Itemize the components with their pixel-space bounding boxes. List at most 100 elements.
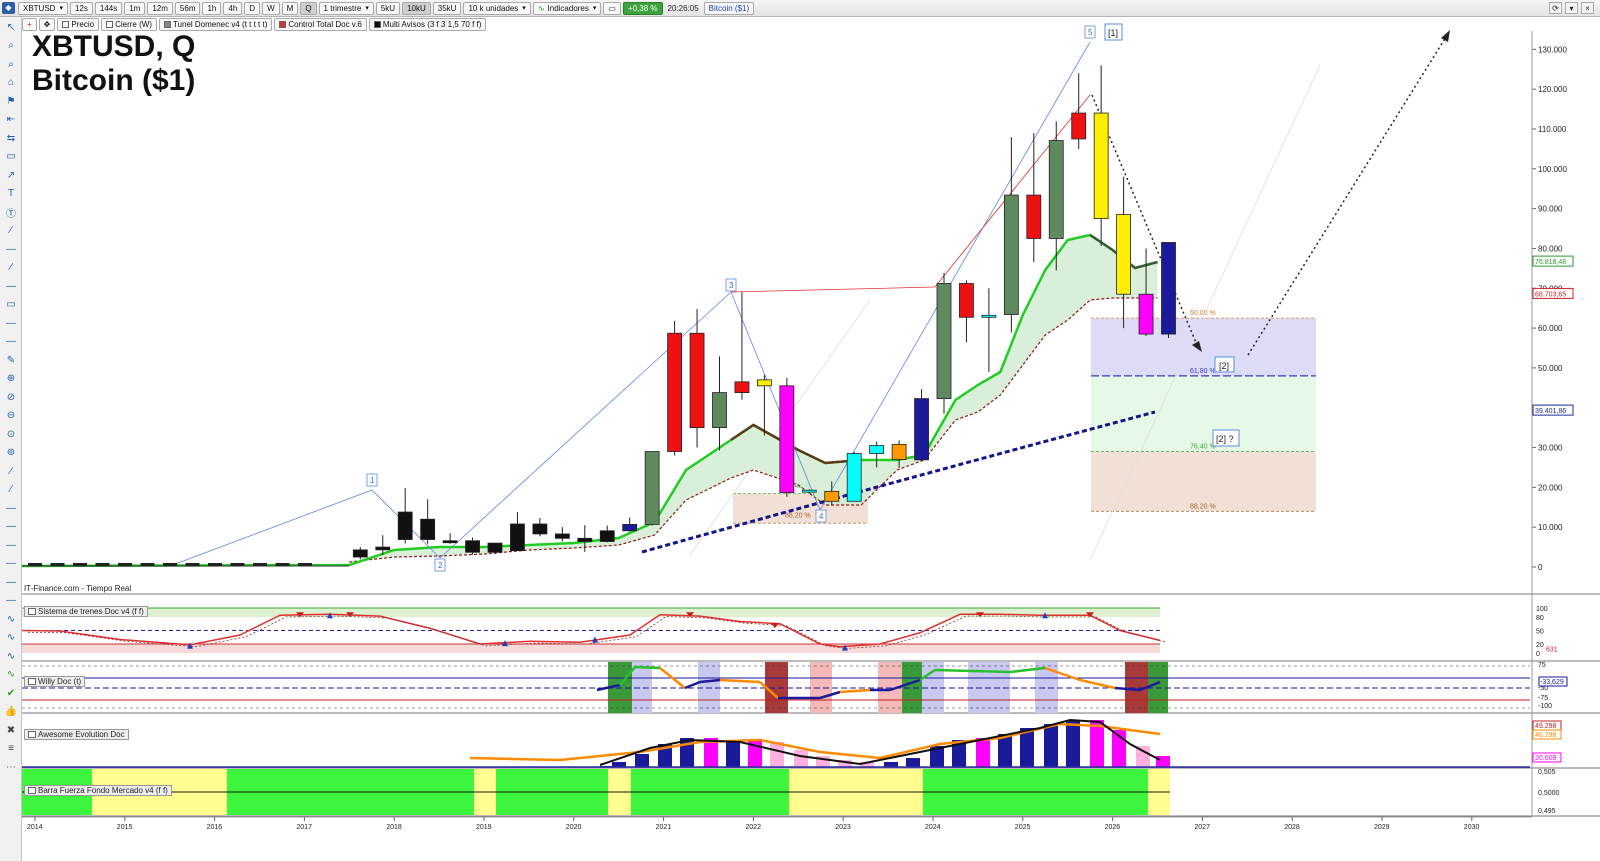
willy-oscillator-segment [1079, 678, 1116, 690]
year-label: 2014 [27, 824, 43, 831]
candle-flat [118, 563, 132, 566]
candle-2023Q1 [846, 453, 862, 502]
awesome-bar [976, 738, 990, 767]
candle-2023Q3 [891, 443, 907, 460]
candle-2025Q1 [1026, 194, 1042, 239]
year-label: 2022 [745, 824, 761, 831]
trend-tick-label: 100 [1536, 606, 1548, 613]
candle-flat [95, 563, 110, 566]
year-label: 2030 [1464, 824, 1480, 831]
bar-tick-label: 0,5000 [1538, 790, 1560, 797]
panel-label-bar[interactable]: Barra Fuerza Fondo Mercado v4 (f f) [24, 785, 172, 796]
price-tick-label: 20.000 [1538, 483, 1563, 492]
awesome-bar [906, 758, 920, 767]
wave-label: 4 [819, 512, 824, 521]
year-label: 2016 [207, 824, 223, 831]
annotation-label: [2] [1219, 361, 1229, 371]
fib-zone-76 [1091, 375, 1316, 452]
candle-2025Q2 [1048, 140, 1064, 239]
price-tick-label: 110.000 [1538, 125, 1567, 134]
candle-flat [163, 563, 177, 566]
candle-2020Q1 [577, 537, 593, 542]
data-source-label: IT-Finance.com - Tiempo Real [24, 584, 132, 593]
bar-tick-label: 0,505 [1538, 769, 1556, 776]
candle-flat [298, 563, 312, 566]
awesome-bar [726, 740, 740, 767]
trend-tick-label: 50 [1536, 629, 1544, 636]
candle-2018Q2 [420, 518, 436, 540]
wave-label: 3 [729, 281, 734, 290]
price-tick-label: 60.000 [1538, 324, 1563, 333]
price-flag-label: 39.401,86 [1535, 408, 1566, 415]
panel-label-trend[interactable]: Sistema de trenes Doc v4 (f f) [24, 606, 148, 617]
candle-2024Q1 [936, 283, 952, 399]
candle-2024Q3 [981, 314, 997, 318]
year-label: 2028 [1284, 824, 1300, 831]
panel-label-willy[interactable]: Willy Doc (t) [24, 676, 86, 687]
trend-tick-label: 80 [1536, 615, 1544, 622]
wave-label: 5 [1088, 28, 1093, 37]
candle-flat [230, 563, 245, 566]
willy-flag-label: -33,629 [1540, 679, 1564, 686]
awesome-flag-label: 49.298 [1535, 723, 1557, 730]
year-label: 2020 [566, 824, 582, 831]
candle-flat [73, 563, 87, 566]
candle-2022Q3 [801, 489, 817, 493]
candle-2021Q4 [734, 381, 750, 393]
trend-zone-upper [22, 608, 1160, 617]
candle-2018Q1 [397, 511, 413, 540]
year-label: 2015 [117, 824, 133, 831]
awesome-bar [770, 742, 784, 767]
candle-flat [140, 563, 155, 566]
candle-flat [50, 563, 65, 566]
awesome-flag-label: 46.298 [1535, 732, 1557, 739]
willy-zone [765, 662, 788, 713]
chart-area[interactable]: 50,00 %61,80 %76,40 %88,20 %76,40 %88,20… [0, 0, 1600, 861]
candle-2019Q4 [554, 533, 570, 539]
fib-level-label: 50,00 % [1190, 310, 1216, 317]
candle-2026Q1 [1116, 214, 1131, 295]
price-tick-label: 90.000 [1538, 205, 1563, 214]
year-label: 2026 [1105, 824, 1121, 831]
candle-2021Q1 [667, 332, 682, 452]
annotation-label: [1] [1108, 28, 1118, 38]
candle-2022Q4 [824, 490, 840, 502]
candle-2021Q3 [712, 392, 727, 429]
candle-2023Q2 [869, 445, 885, 454]
year-label: 2018 [386, 824, 402, 831]
year-label: 2021 [656, 824, 672, 831]
panel-label-awesome[interactable]: Awesome Evolution Doc [24, 729, 129, 740]
fib-level-label: 88,20 % [1190, 503, 1216, 510]
price-tick-label: 80.000 [1538, 244, 1563, 253]
awesome-bar [1044, 724, 1058, 767]
candle-2021Q2 [689, 332, 705, 429]
candle-2020Q3 [622, 523, 638, 532]
candle-2026Q2 [1138, 293, 1154, 335]
candle-2022Q1 [757, 379, 772, 387]
fib-level-label: 88,20 % [785, 513, 811, 520]
willy-oscillator-segment [719, 678, 761, 684]
awesome-bar [635, 754, 649, 767]
price-tick-label: 120.000 [1538, 85, 1567, 94]
price-tick-label: 100.000 [1538, 165, 1567, 174]
willy-tick-label: 75 [1538, 662, 1546, 669]
candle-flat [185, 563, 200, 566]
trend-tick-label: 0 [1536, 651, 1540, 658]
willy-oscillator-segment [839, 688, 871, 694]
panel-icon [28, 608, 36, 615]
candle-2022Q2 [779, 385, 795, 493]
candle-flat [275, 563, 290, 566]
candle-2019Q2 [510, 523, 525, 552]
price-tick-label: 50.000 [1538, 364, 1563, 373]
chart-title-name: Bitcoin ($1) [32, 64, 196, 97]
candle-flat [208, 563, 222, 566]
candle-2025Q3 [1071, 112, 1087, 140]
candle-2018Q3 [442, 540, 458, 544]
chart-title: XBTUSD, Q Bitcoin ($1) [32, 30, 195, 98]
price-tick-label: 30.000 [1538, 444, 1563, 453]
willy-oscillator-segment [634, 665, 661, 670]
candle-2024Q4 [1003, 194, 1019, 315]
year-label: 2027 [1194, 824, 1210, 831]
price-flag-label: 76.818,48 [1535, 259, 1566, 266]
awesome-flag-label: 20.609 [1535, 755, 1557, 762]
